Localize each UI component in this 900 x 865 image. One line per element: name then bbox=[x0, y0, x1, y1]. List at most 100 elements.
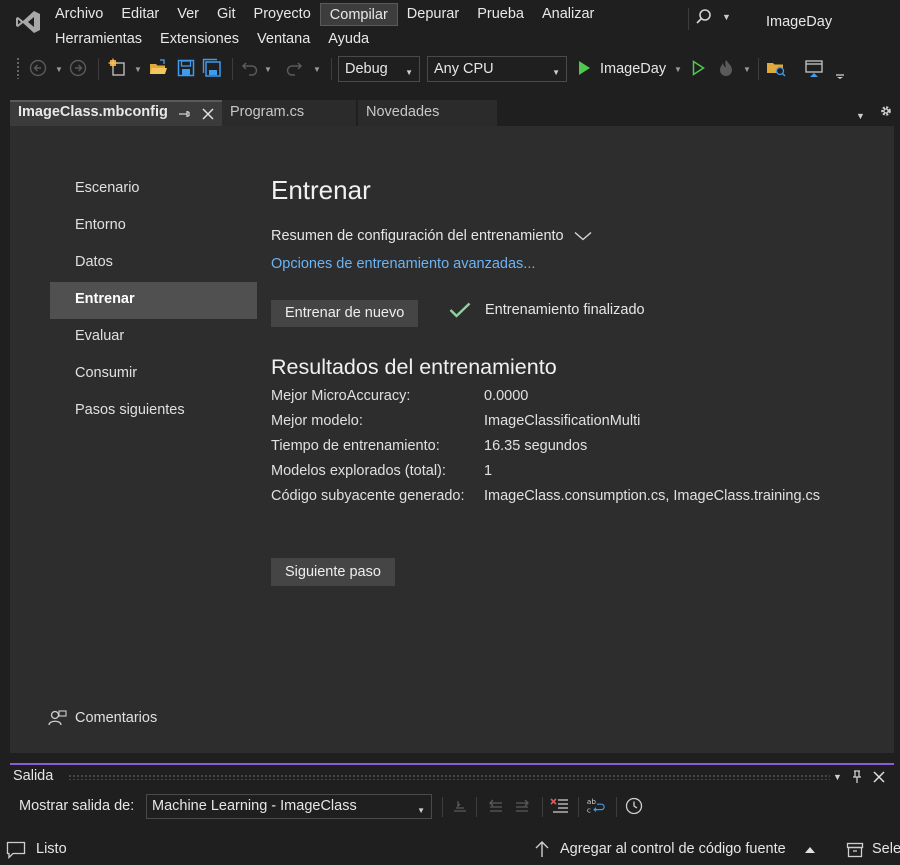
navigate-forward-icon[interactable] bbox=[68, 58, 88, 78]
menu-item-archivo[interactable]: Archivo bbox=[46, 3, 112, 26]
tab-list-dropdown-icon[interactable]: ▼ bbox=[856, 111, 865, 121]
model-builder-document: Escenario Entorno Datos Entrenar Evaluar Cons… bbox=[10, 126, 894, 753]
result-key: Tiempo de entrenamiento: bbox=[271, 438, 440, 454]
pin-icon[interactable] bbox=[852, 770, 862, 784]
toolbar-overflow-icon[interactable] bbox=[830, 62, 850, 82]
standard-toolbar: ▼ ▼ ▼ ▼ Debug ▼ Any CPU ▼ ImageDay ▼ ▼ bbox=[0, 52, 900, 86]
search-dropdown-icon[interactable]: ▼ bbox=[722, 12, 731, 22]
pane-menu-dropdown-icon[interactable]: ▼ bbox=[833, 772, 842, 782]
undo-dropdown-icon[interactable]: ▼ bbox=[264, 65, 272, 74]
results-title: Resultados del entrenamiento bbox=[271, 355, 557, 379]
menu-item-compilar[interactable]: Compilar bbox=[319, 3, 398, 26]
result-value: 16.35 segundos bbox=[484, 438, 588, 454]
hot-reload-dropdown-icon[interactable]: ▼ bbox=[743, 65, 751, 74]
new-project-dropdown-icon[interactable]: ▼ bbox=[134, 65, 142, 74]
nav-item-consumir[interactable]: Consumir bbox=[50, 356, 257, 393]
output-source-value: Machine Learning - ImageClass bbox=[152, 798, 357, 814]
search-button[interactable] bbox=[688, 8, 712, 30]
redo-icon[interactable] bbox=[284, 58, 304, 78]
find-message-in-code-icon[interactable] bbox=[450, 796, 470, 816]
add-to-source-control-button[interactable]: Agregar al control de código fuente bbox=[556, 834, 822, 865]
nav-item-entrenar[interactable]: Entrenar bbox=[50, 282, 257, 319]
search-icon bbox=[696, 9, 711, 24]
hot-reload-icon[interactable] bbox=[716, 58, 736, 78]
start-debugging-icon[interactable] bbox=[574, 58, 594, 78]
feedback-icon bbox=[48, 710, 67, 726]
start-debugging-label[interactable]: ImageDay bbox=[600, 61, 666, 77]
nav-item-pasos-siguientes[interactable]: Pasos siguientes bbox=[50, 393, 257, 430]
save-all-icon[interactable] bbox=[202, 58, 222, 78]
menu-row-2: Herramientas Extensiones Ventana Ayuda bbox=[46, 28, 378, 51]
solution-platform-value: Any CPU bbox=[434, 61, 494, 77]
menu-item-ver[interactable]: Ver bbox=[168, 3, 208, 26]
toggle-timestamp-clock-icon[interactable] bbox=[624, 796, 644, 816]
advanced-training-options-link[interactable]: Opciones de entrenamiento avanzadas... bbox=[271, 256, 535, 272]
nav-item-escenario[interactable]: Escenario bbox=[50, 171, 257, 208]
close-icon[interactable] bbox=[873, 771, 885, 783]
toolbar-grip[interactable] bbox=[16, 57, 20, 79]
open-folder-icon[interactable] bbox=[148, 58, 168, 78]
tab-label: Program.cs bbox=[230, 104, 305, 120]
save-icon[interactable] bbox=[176, 58, 196, 78]
chevron-down-icon: ▼ bbox=[417, 806, 425, 815]
navigate-back-icon[interactable] bbox=[28, 58, 48, 78]
tab-program-cs[interactable]: Program.cs bbox=[222, 100, 356, 126]
toggle-word-wrap-icon[interactable]: ab c bbox=[586, 796, 606, 816]
menu-item-proyecto[interactable]: Proyecto bbox=[245, 3, 320, 26]
next-step-button[interactable]: Siguiente paso bbox=[271, 558, 395, 586]
pin-icon[interactable] bbox=[178, 107, 192, 121]
solution-platform-select[interactable]: Any CPU ▼ bbox=[427, 56, 567, 82]
nav-item-evaluar[interactable]: Evaluar bbox=[50, 319, 257, 356]
solution-configuration-select[interactable]: Debug ▼ bbox=[338, 56, 420, 82]
nav-item-datos[interactable]: Datos bbox=[50, 245, 257, 282]
feedback-button[interactable]: Comentarios bbox=[47, 709, 157, 727]
result-row: Mejor modelo: ImageClassificationMulti bbox=[271, 413, 871, 438]
step-navigation: Escenario Entorno Datos Entrenar Evaluar Cons… bbox=[50, 171, 257, 430]
start-without-debugging-icon[interactable] bbox=[688, 58, 708, 78]
arrow-up-icon bbox=[535, 841, 549, 857]
menu-item-git[interactable]: Git bbox=[208, 3, 245, 26]
tab-imageclass-mbconfig[interactable]: ImageClass.mbconfig bbox=[10, 100, 225, 126]
retrain-button[interactable]: Entrenar de nuevo bbox=[271, 300, 419, 327]
select-repository-button[interactable]: Sele bbox=[872, 841, 900, 857]
output-source-select[interactable]: Machine Learning - ImageClass ▼ bbox=[146, 794, 432, 819]
result-row: Código subyacente generado: ImageClass.co… bbox=[271, 488, 871, 513]
menu-item-prueba[interactable]: Prueba bbox=[468, 3, 533, 26]
solution-explorer-folder-icon[interactable] bbox=[766, 58, 786, 78]
output-pane: Salida ▼ Mostrar salida de: Machine Lear… bbox=[10, 763, 894, 824]
result-key: Modelos explorados (total): bbox=[271, 463, 446, 479]
tab-label: Novedades bbox=[366, 104, 440, 120]
pane-grip[interactable] bbox=[68, 774, 830, 780]
clear-all-icon[interactable] bbox=[550, 796, 570, 816]
menu-item-herramientas[interactable]: Herramientas bbox=[46, 28, 151, 51]
menu-item-editar[interactable]: Editar bbox=[112, 3, 168, 26]
menu-item-extensiones[interactable]: Extensiones bbox=[151, 28, 248, 51]
training-status-label: Entrenamiento finalizado bbox=[485, 302, 645, 318]
menu-item-ayuda[interactable]: Ayuda bbox=[319, 28, 378, 51]
caret-up-icon bbox=[805, 847, 815, 853]
undo-icon[interactable] bbox=[240, 58, 260, 78]
status-text: Listo bbox=[36, 841, 67, 857]
navigate-back-dropdown-icon[interactable]: ▼ bbox=[55, 65, 63, 74]
gear-icon[interactable] bbox=[879, 104, 893, 118]
close-icon[interactable] bbox=[202, 108, 214, 120]
new-project-icon[interactable] bbox=[108, 58, 128, 78]
document-tab-bar: ImageClass.mbconfig Program.cs Novedades bbox=[0, 96, 900, 126]
chevron-down-icon: ▼ bbox=[405, 68, 413, 77]
page-title: Entrenar bbox=[271, 175, 371, 205]
previous-message-icon[interactable] bbox=[486, 796, 506, 816]
training-status: Entrenamiento finalizado bbox=[449, 302, 645, 318]
menu-item-analizar[interactable]: Analizar bbox=[533, 3, 603, 26]
next-message-icon[interactable] bbox=[512, 796, 532, 816]
notifications-icon[interactable] bbox=[6, 841, 26, 859]
browser-preview-icon[interactable] bbox=[804, 58, 824, 78]
solution-name: ImageDay bbox=[766, 14, 833, 30]
result-value: ImageClassificationMulti bbox=[484, 413, 641, 429]
start-debugging-dropdown-icon[interactable]: ▼ bbox=[674, 65, 682, 74]
menu-item-depurar[interactable]: Depurar bbox=[398, 3, 468, 26]
nav-item-entorno[interactable]: Entorno bbox=[50, 208, 257, 245]
training-summary-toggle[interactable]: Resumen de configuración del entrenamien… bbox=[271, 228, 592, 244]
menu-item-ventana[interactable]: Ventana bbox=[248, 28, 319, 51]
tab-novedades[interactable]: Novedades bbox=[358, 100, 497, 126]
redo-dropdown-icon[interactable]: ▼ bbox=[313, 65, 321, 74]
